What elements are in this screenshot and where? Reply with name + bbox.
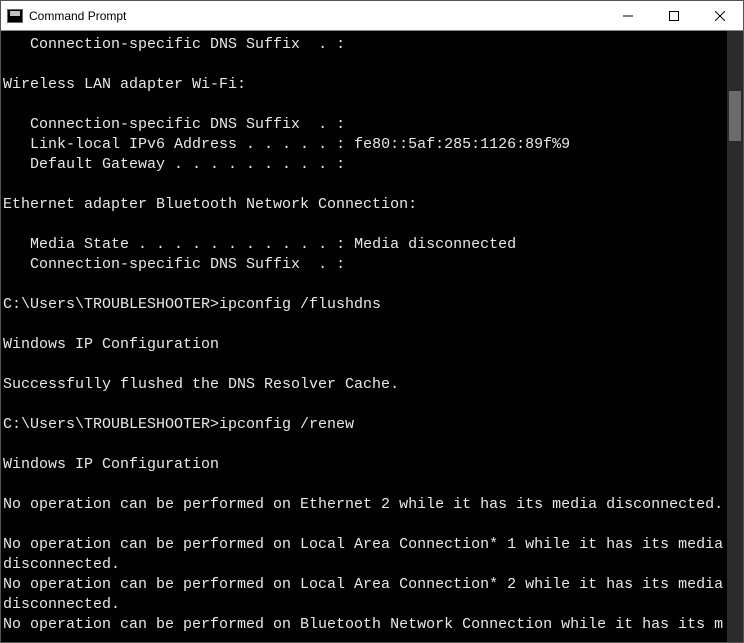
terminal-line: No operation can be performed on Bluetoo… [3, 615, 725, 635]
window-title: Command Prompt [29, 9, 126, 23]
close-button[interactable] [697, 1, 743, 31]
terminal-line: C:\Users\TROUBLESHOOTER>ipconfig /flushd… [3, 295, 725, 315]
close-icon [715, 11, 725, 21]
terminal-line: Media State . . . . . . . . . . . : Medi… [3, 235, 725, 255]
terminal-line: Connection-specific DNS Suffix . : [3, 255, 725, 275]
terminal-line: Default Gateway . . . . . . . . . : [3, 155, 725, 175]
terminal-line: No operation can be performed on Etherne… [3, 495, 725, 515]
terminal-line: C:\Users\TROUBLESHOOTER>ipconfig /renew [3, 415, 725, 435]
terminal-line [3, 275, 725, 295]
terminal-line: Successfully flushed the DNS Resolver Ca… [3, 375, 725, 395]
minimize-button[interactable] [605, 1, 651, 31]
terminal-line [3, 55, 725, 75]
maximize-icon [669, 11, 679, 21]
scrollbar-thumb[interactable] [729, 91, 741, 141]
terminal-line: No operation can be performed on Local A… [3, 575, 725, 615]
terminal-line: Windows IP Configuration [3, 335, 725, 355]
terminal-line: Ethernet adapter Bluetooth Network Conne… [3, 195, 725, 215]
terminal-line [3, 515, 725, 535]
terminal-area: Connection-specific DNS Suffix . : Wirel… [1, 31, 743, 642]
minimize-icon [623, 11, 633, 21]
terminal-line: Connection-specific DNS Suffix . : [3, 115, 725, 135]
terminal-line [3, 435, 725, 455]
titlebar-left: Command Prompt [1, 9, 126, 23]
command-prompt-window: Command Prompt Connection-specif [0, 0, 744, 643]
terminal-line: Wireless LAN adapter Wi-Fi: [3, 75, 725, 95]
terminal-line: Connection-specific DNS Suffix . : [3, 35, 725, 55]
titlebar[interactable]: Command Prompt [1, 1, 743, 31]
terminal-line: No operation can be performed on Local A… [3, 535, 725, 575]
terminal-line [3, 475, 725, 495]
terminal-line: Link-local IPv6 Address . . . . . : fe80… [3, 135, 725, 155]
window-controls [605, 1, 743, 30]
terminal-line [3, 95, 725, 115]
terminal-line [3, 395, 725, 415]
terminal-line [3, 315, 725, 335]
cmd-icon [7, 9, 23, 23]
terminal-line [3, 355, 725, 375]
terminal-line [3, 215, 725, 235]
terminal-line [3, 175, 725, 195]
maximize-button[interactable] [651, 1, 697, 31]
terminal-output[interactable]: Connection-specific DNS Suffix . : Wirel… [1, 31, 727, 642]
terminal-line: Windows IP Configuration [3, 455, 725, 475]
scrollbar[interactable] [727, 31, 743, 642]
